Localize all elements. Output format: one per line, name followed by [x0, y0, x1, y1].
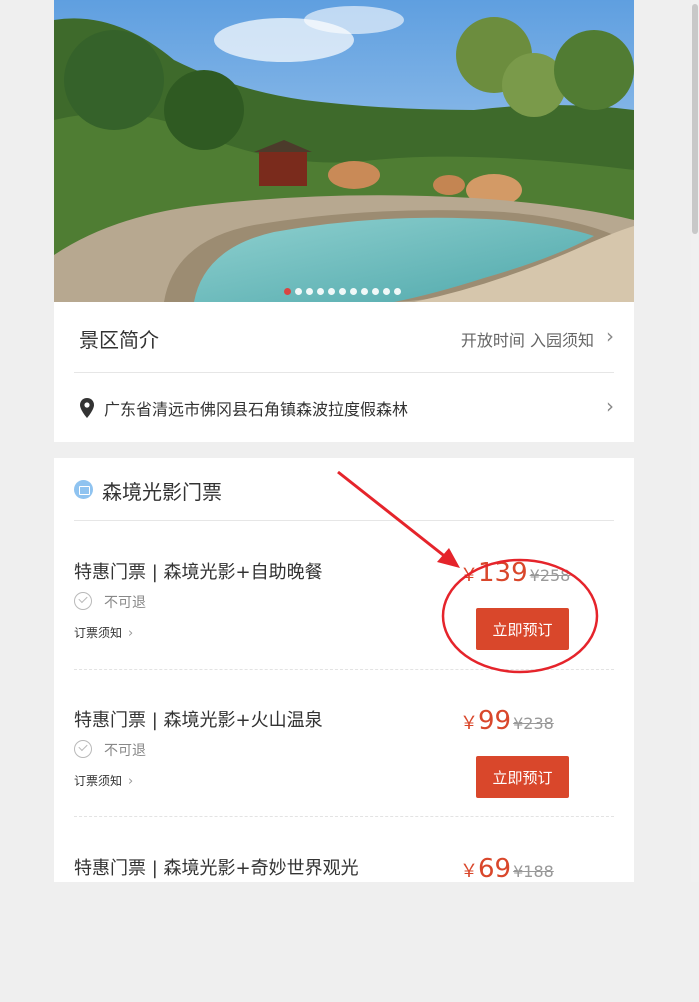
carousel-dot[interactable]	[350, 288, 357, 295]
carousel-dot[interactable]	[306, 288, 313, 295]
hot-spring-photo	[54, 0, 634, 302]
current-price: 99	[478, 706, 512, 736]
page-scrollbar[interactable]	[691, 0, 699, 882]
currency-symbol: ￥	[460, 565, 478, 586]
carousel-dot[interactable]	[383, 288, 390, 295]
ticket-item: 特惠门票 | 森境光影+奇妙世界观光 ￥69 ¥188	[74, 854, 614, 1002]
ticket-icon	[74, 480, 93, 499]
check-circle-icon	[74, 592, 92, 610]
ticket-name: 特惠门票 | 森境光影+奇妙世界观光	[74, 858, 359, 879]
book-now-button[interactable]: 立即预订	[476, 756, 569, 798]
scenic-intro-title: 景区简介	[79, 328, 159, 352]
carousel-dot[interactable]	[372, 288, 379, 295]
booking-notice-label: 订票须知	[74, 774, 123, 788]
carousel-dot[interactable]	[328, 288, 335, 295]
price: ￥139 ¥258	[460, 558, 570, 588]
scenic-intro-row[interactable]: 景区简介 开放时间 入园须知 ›	[74, 302, 614, 373]
original-price: ¥238	[513, 714, 554, 733]
carousel-dot[interactable]	[295, 288, 302, 295]
ticket-item: 特惠门票 | 森境光影+自助晚餐 不可退 订票须知 › ￥139 ¥258 立即预订	[74, 558, 614, 706]
chevron-right-icon: ›	[606, 324, 614, 348]
current-price: 139	[478, 558, 528, 588]
book-now-button[interactable]: 立即预订	[476, 608, 569, 650]
ticket-name: 特惠门票 | 森境光影+自助晚餐	[74, 562, 323, 583]
ticket-name: 特惠门票 | 森境光影+火山温泉	[74, 710, 323, 731]
scrollbar-thumb[interactable]	[692, 4, 698, 234]
chevron-right-icon: ›	[128, 774, 134, 789]
currency-symbol: ￥	[460, 713, 478, 734]
original-price: ¥258	[529, 566, 571, 585]
divider	[74, 816, 614, 817]
opening-hours-entry-notice-link[interactable]: 开放时间 入园须知	[461, 327, 594, 351]
current-price: 69	[478, 854, 512, 884]
hero-image-carousel[interactable]	[54, 0, 634, 302]
chevron-right-icon: ›	[128, 626, 134, 641]
chevron-right-icon: ›	[606, 394, 614, 418]
ticket-section-header: 森境光影门票	[74, 458, 614, 521]
page: 景区简介 开放时间 入园须知 › 广东省清远市佛冈县石角镇森波拉度假森林 › 森…	[54, 0, 634, 884]
scenic-info-card: 景区简介 开放时间 入园须知 › 广东省清远市佛冈县石角镇森波拉度假森林 ›	[54, 302, 634, 442]
ticket-item: 特惠门票 | 森境光影+火山温泉 不可退 订票须知 › ￥99 ¥238 立即预订	[74, 706, 614, 854]
carousel-dot[interactable]	[361, 288, 368, 295]
original-price: ¥188	[513, 862, 554, 881]
ticket-section-title: 森境光影门票	[102, 480, 222, 504]
refund-text: 不可退	[104, 743, 146, 759]
ticket-section: 森境光影门票 特惠门票 | 森境光影+自助晚餐 不可退 订票须知 › ￥139 ¥2…	[54, 458, 634, 884]
carousel-indicator[interactable]	[284, 288, 401, 295]
refund-text: 不可退	[104, 595, 146, 611]
location-pin-icon	[80, 398, 94, 418]
address-row[interactable]: 广东省清远市佛冈县石角镇森波拉度假森林 ›	[74, 372, 614, 442]
price: ￥69 ¥188	[460, 854, 554, 884]
check-circle-icon	[74, 740, 92, 758]
carousel-dot[interactable]	[339, 288, 346, 295]
address-text: 广东省清远市佛冈县石角镇森波拉度假森林	[104, 400, 409, 419]
booking-notice-link[interactable]: 订票须知 ›	[74, 624, 133, 641]
carousel-dot[interactable]	[394, 288, 401, 295]
carousel-dot[interactable]	[284, 288, 291, 295]
booking-notice-label: 订票须知	[74, 626, 123, 640]
divider	[74, 669, 614, 670]
price: ￥99 ¥238	[460, 706, 554, 736]
carousel-dot[interactable]	[317, 288, 324, 295]
booking-notice-link[interactable]: 订票须知 ›	[74, 772, 133, 789]
currency-symbol: ￥	[460, 861, 478, 882]
